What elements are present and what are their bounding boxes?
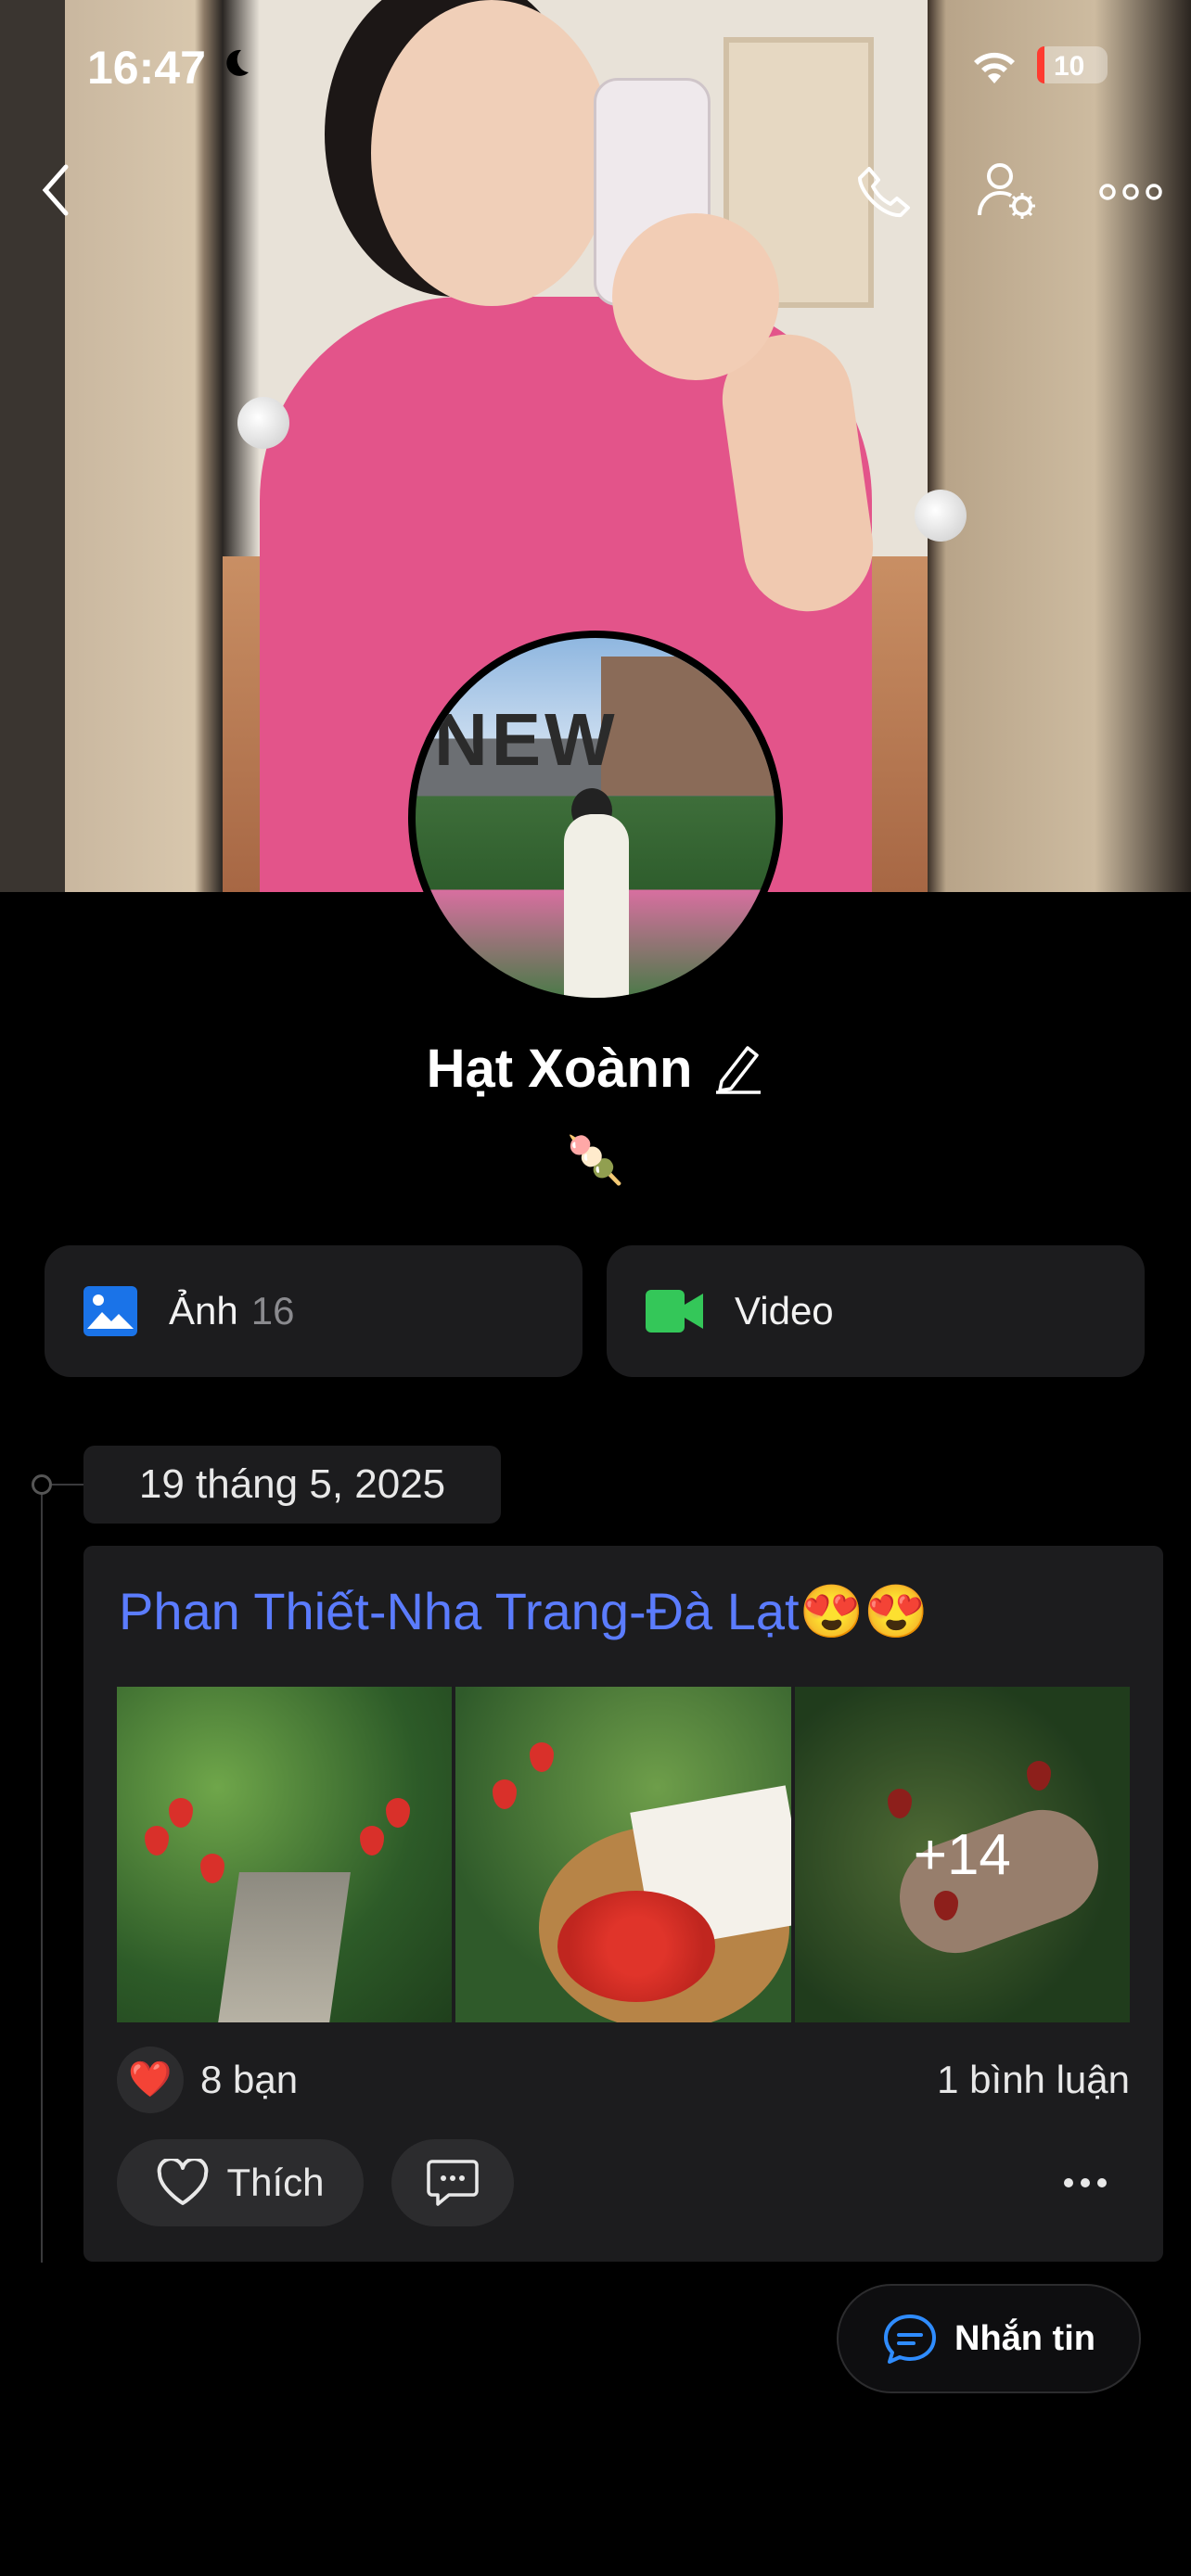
reaction-row: ❤️ 8 bạn 1 bình luận [117,2047,1130,2113]
profile-bio: 🍡 [566,1134,625,1186]
photos-tile[interactable]: Ảnh 16 [45,1245,583,1377]
post-photo[interactable] [455,1687,791,2022]
timeline-dot [32,1474,52,1495]
avatar-sign: NEW [434,698,619,781]
avatar-building [601,657,775,796]
call-button[interactable] [848,159,922,224]
timeline-date: 19 tháng 5, 2025 [83,1446,501,1524]
strawberry [493,1779,518,1809]
post-photo[interactable] [117,1687,453,2022]
more-horizontal-icon [1099,184,1162,200]
post-photo[interactable]: +14 [794,1687,1130,2022]
photos-label: Ảnh [169,1289,238,1333]
photos-count: 16 [250,1289,295,1333]
phone-icon [858,167,910,218]
photo-gallery-icon [83,1286,137,1336]
door-knob [915,490,967,542]
user-settings-icon [978,163,1035,219]
back-button[interactable] [28,158,83,223]
heart-outline-icon [158,2159,209,2205]
post-title: Phan Thiết-Nha Trang-Đà Lạt😍😍 [119,1582,929,1640]
message-button[interactable]: Nhắn tin [837,2284,1141,2393]
profile-name: Hạt Xoànn [426,1038,693,1099]
top-bar [0,148,1191,232]
timeline-line [41,1484,43,2263]
comment-count[interactable]: 1 bình luận [937,2058,1130,2102]
strawberry [386,1798,410,1828]
like-label: Thích [226,2161,325,2204]
profile-name-row: Hạt Xoànn [0,1031,1191,1105]
battery-fill [1037,46,1044,83]
moon-icon [226,49,249,76]
chevron-left-icon [42,164,69,216]
strawberry [360,1826,384,1855]
battery-indicator: 10 [1037,46,1108,83]
status-time: 16:47 [87,42,206,94]
edit-pencil-icon[interactable] [712,1040,764,1096]
video-camera-icon [646,1290,703,1333]
strawberry [145,1826,169,1855]
post-photo-grid: +14 [117,1687,1130,2022]
message-label: Nhắn tin [954,2318,1095,2358]
cover-hand [612,213,779,380]
battery-level: 10 [1054,51,1085,82]
dot [1064,2178,1073,2187]
photo-strawberries [557,1891,716,2002]
reaction-badge[interactable]: ❤️ [117,2047,184,2113]
wifi-icon [974,52,1015,83]
post-more-button[interactable] [1048,2158,1122,2208]
profile-settings-button[interactable] [970,159,1044,224]
strawberry [200,1854,224,1883]
dot [1097,2178,1107,2187]
videos-label: Video [735,1289,834,1333]
heart-emoji-icon: ❤️ [128,2060,173,2099]
dot [1081,2178,1090,2187]
strawberry [530,1742,555,1772]
reaction-count[interactable]: 8 bạn [200,2058,298,2102]
more-photos-count: +14 [913,1822,1011,1887]
chat-bubble-icon [884,2315,936,2364]
door-knob [237,397,289,449]
photo-path [217,1872,351,2022]
timeline-stub [52,1484,83,1486]
post-card[interactable]: Phan Thiết-Nha Trang-Đà Lạt😍😍 +14 ❤️ 8 b… [83,1546,1163,2262]
videos-tile[interactable]: Video [607,1245,1145,1377]
profile-avatar[interactable]: NEW [408,631,783,1005]
more-options-button[interactable] [1091,159,1171,224]
comment-button[interactable] [391,2139,514,2226]
status-bar: 16:47 10 [0,0,1191,130]
more-photos-overlay: +14 [794,1687,1130,2022]
strawberry [169,1798,193,1828]
avatar-person [564,814,629,998]
like-button[interactable]: Thích [117,2139,364,2226]
comment-icon [427,2160,479,2206]
